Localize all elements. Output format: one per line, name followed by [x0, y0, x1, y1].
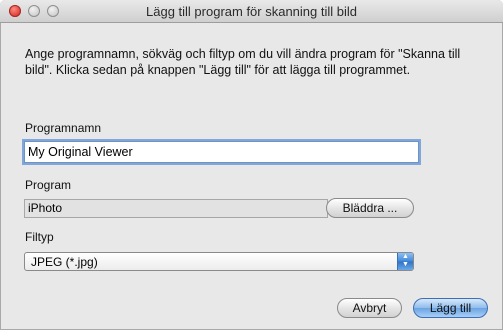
program-path-field: iPhoto: [24, 199, 328, 218]
title-bar: Lägg till program för skanning till bild: [0, 0, 503, 23]
add-button[interactable]: Lägg till: [413, 298, 488, 318]
cancel-button[interactable]: Avbryt: [337, 298, 402, 318]
filetype-select[interactable]: JPEG (*.jpg) ▲ ▼: [24, 252, 414, 271]
program-label: Program: [25, 178, 72, 192]
dialog-window: Lägg till program för skanning till bild…: [0, 0, 503, 330]
filetype-label: Filtyp: [25, 230, 54, 244]
instructions-text: Ange programnamn, sökväg och filtyp om d…: [25, 47, 461, 77]
updown-arrows-icon: ▲ ▼: [397, 253, 413, 270]
program-name-label: Programnamn: [25, 121, 102, 135]
filetype-selected-value: JPEG (*.jpg): [31, 255, 98, 269]
window-title: Lägg till program för skanning till bild: [146, 4, 357, 19]
program-name-input[interactable]: My Original Viewer: [24, 141, 419, 163]
browse-button[interactable]: Bläddra ...: [326, 198, 414, 218]
